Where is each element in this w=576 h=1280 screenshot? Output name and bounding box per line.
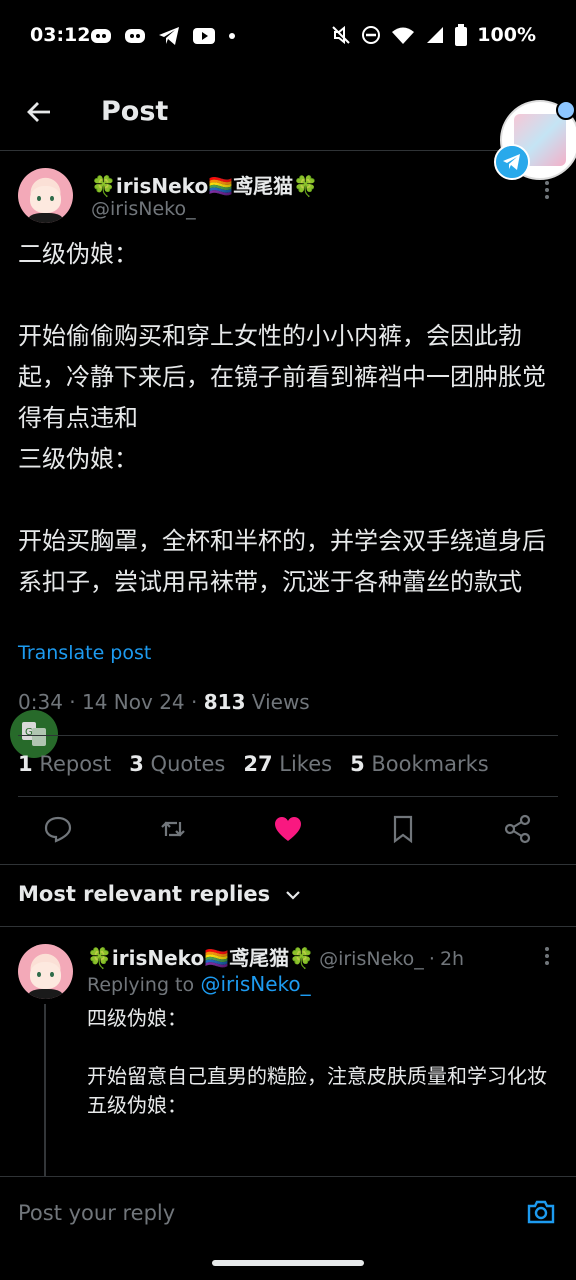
reply-text: 四级伪娘： 开始留意自己直男的糙脸，注意皮肤质量和学习化妆 五级伪娘： — [87, 1006, 547, 1117]
more-options-icon[interactable] — [543, 180, 551, 200]
action-bar — [0, 800, 576, 864]
telegram-icon — [159, 27, 179, 45]
post-text: 二级伪娘： 开始偷偷购买和穿上女性的小小内裤，会因此勃起，冷静下来后，在镜子前看… — [18, 240, 546, 596]
reply-input[interactable]: Post your reply — [18, 1201, 175, 1225]
back-arrow-icon[interactable] — [26, 98, 54, 126]
telegram-icon — [494, 144, 530, 180]
avatar[interactable] — [18, 168, 73, 223]
mute-icon — [332, 25, 351, 45]
quotes-stat[interactable]: 3 Quotes — [129, 752, 225, 776]
status-bar: 03:12 100% — [0, 0, 576, 72]
translate-overlay-button[interactable]: G — [10, 710, 58, 758]
discord-icon — [125, 29, 145, 43]
bookmarks-stat[interactable]: 5 Bookmarks — [350, 752, 489, 776]
views-label: Views — [251, 690, 310, 714]
status-time: 03:12 — [30, 24, 91, 46]
chevron-down-icon — [286, 891, 301, 900]
chat-head-badge — [556, 100, 576, 120]
signal-icon — [427, 27, 444, 43]
home-indicator[interactable] — [212, 1260, 364, 1266]
translate-icon: G — [22, 722, 46, 746]
post-date[interactable]: 14 Nov 24 — [82, 690, 185, 714]
share-icon[interactable] — [503, 814, 533, 844]
reply-composer[interactable]: Post your reply — [0, 1176, 576, 1247]
replying-to: Replying to @irisNeko_ — [87, 972, 311, 996]
dnd-icon — [362, 26, 381, 44]
wifi-icon — [392, 27, 415, 44]
author-handle[interactable]: @irisNeko_ — [91, 198, 196, 220]
system-status: 100% — [331, 24, 536, 46]
reply-icon[interactable] — [43, 814, 73, 844]
reply-header: 🍀irisNeko🏳️‍🌈鸢尾猫🍀 @irisNeko_ · 2h — [87, 946, 465, 970]
post-meta: 0:34 · 14 Nov 24 · 813 Views — [18, 690, 310, 714]
like-icon[interactable] — [273, 814, 303, 844]
divider — [0, 926, 576, 927]
engagement-stats: 1 Repost 3 Quotes 27 Likes 5 Bookmarks — [18, 752, 489, 776]
top-bar: Post — [0, 80, 576, 151]
battery-icon — [455, 24, 468, 46]
replies-sort-label: Most relevant replies — [18, 882, 271, 906]
replying-to-handle[interactable]: @irisNeko_ — [200, 972, 310, 996]
notification-icons — [90, 26, 236, 46]
reposts-stat[interactable]: 1 Repost — [18, 752, 111, 776]
battery-percent: 100% — [477, 24, 536, 46]
thread-line — [44, 1004, 46, 1176]
reply-age[interactable]: 2h — [440, 948, 464, 970]
more-options-icon[interactable] — [543, 946, 551, 966]
author-name[interactable]: 🍀irisNeko🏳️‍🌈鸢尾猫🍀 — [91, 170, 318, 199]
replies-sort-dropdown[interactable]: Most relevant replies — [18, 882, 301, 906]
bookmark-icon[interactable] — [388, 814, 418, 844]
translate-post-link[interactable]: Translate post — [18, 642, 151, 664]
views-count: 813 — [203, 690, 246, 714]
reply-author-name[interactable]: 🍀irisNeko🏳️‍🌈鸢尾猫🍀 — [87, 946, 314, 970]
reply-avatar[interactable] — [18, 944, 73, 999]
camera-icon[interactable] — [526, 1197, 556, 1227]
svg-text:G: G — [25, 727, 33, 738]
replying-to-label: Replying to — [87, 974, 195, 996]
discord-icon — [91, 29, 111, 43]
reply-author-handle[interactable]: @irisNeko_ — [319, 948, 424, 970]
divider — [18, 735, 558, 736]
repost-icon[interactable] — [158, 814, 188, 844]
likes-stat[interactable]: 27 Likes — [243, 752, 332, 776]
page-title: Post — [101, 96, 169, 127]
youtube-icon — [193, 28, 215, 44]
divider — [18, 796, 558, 797]
dot-icon — [229, 33, 235, 39]
divider — [0, 864, 576, 865]
